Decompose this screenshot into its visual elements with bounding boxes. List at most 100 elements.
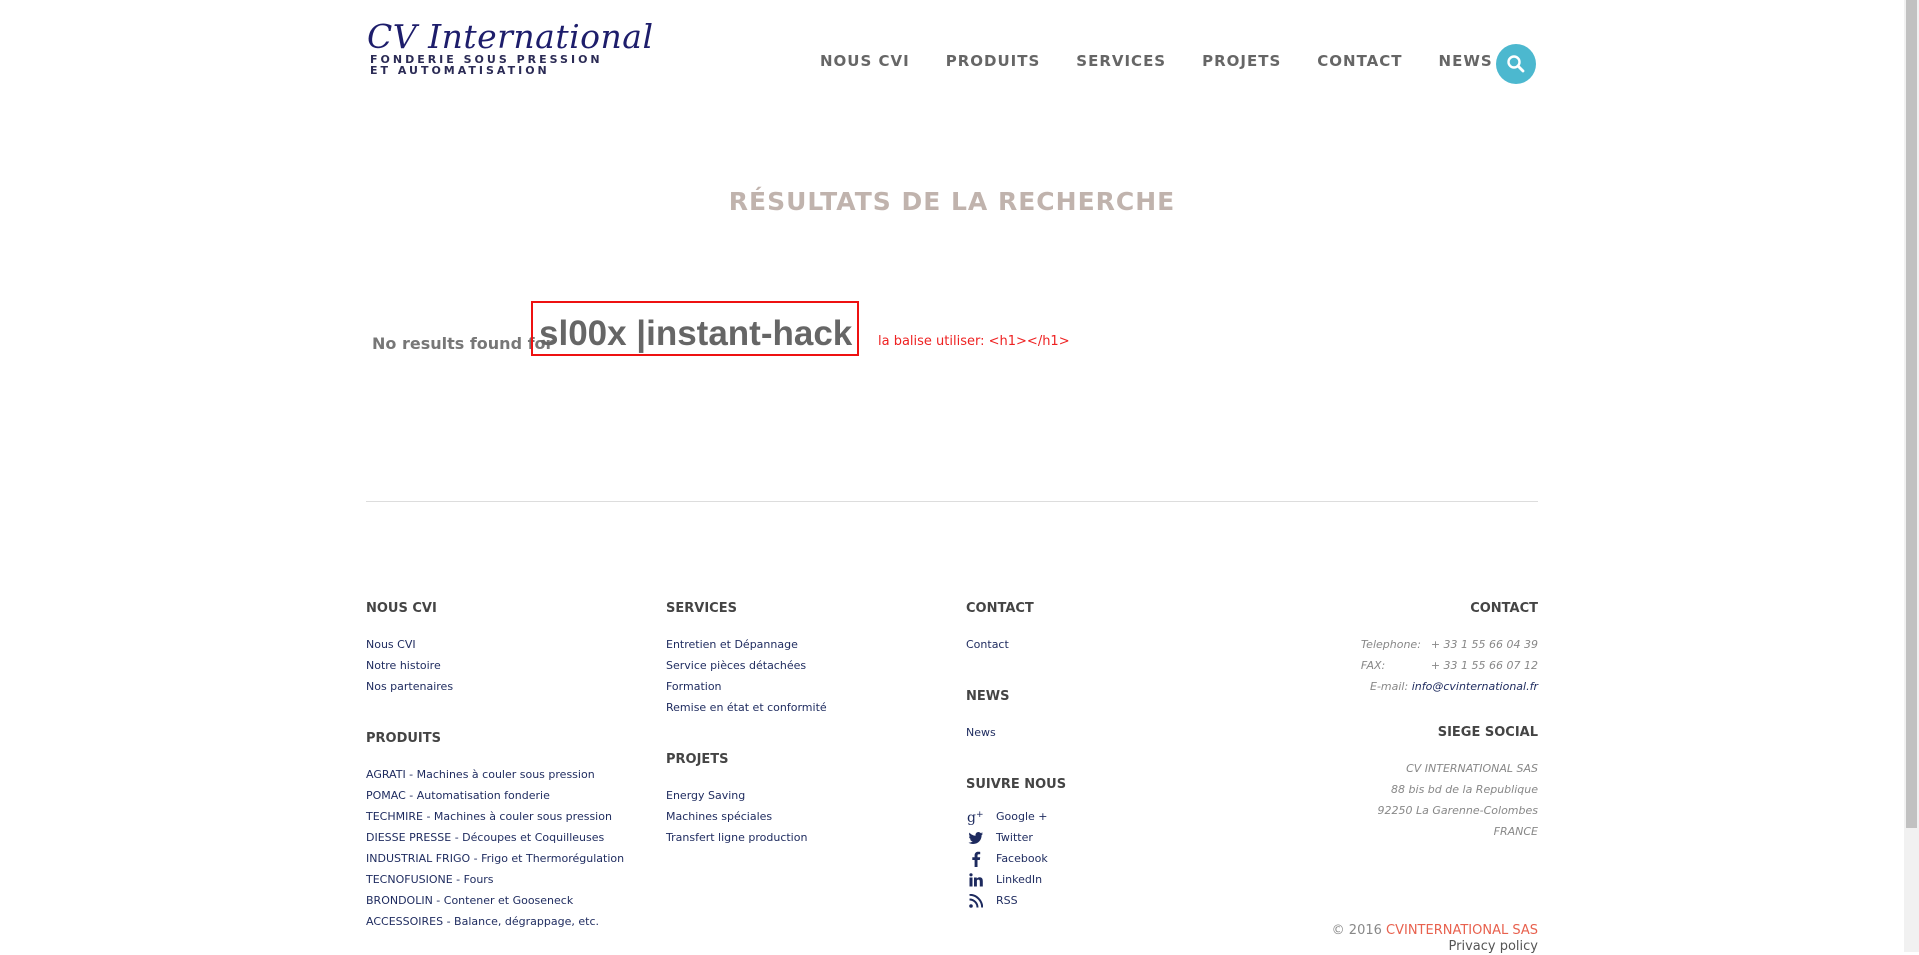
link-brand: BRONDOLIN <box>366 894 433 907</box>
social-rss[interactable]: RSS <box>966 890 1066 911</box>
social-facebook[interactable]: Facebook <box>966 848 1066 869</box>
footer-link-agrati[interactable]: AGRATI - Machines à couler sous pression <box>366 764 624 785</box>
nav-produits[interactable]: PRODUITS <box>946 52 1041 70</box>
footer-link-tecnofusione[interactable]: TECNOFUSIONE - Fours <box>366 869 624 890</box>
link-brand: TECNOFUSIONE <box>366 873 453 886</box>
nav-projets[interactable]: PROJETS <box>1202 52 1281 70</box>
footer-col-produits: PRODUITS AGRATI - Machines à couler sous… <box>366 731 624 932</box>
footer-link-techmire[interactable]: TECHMIRE - Machines à couler sous pressi… <box>366 806 624 827</box>
footer-link-diesse-presse[interactable]: DIESSE PRESSE - Découpes et Coquilleuses <box>366 827 624 848</box>
no-results-label: No results found for <box>372 334 554 353</box>
highlight-box <box>531 301 859 356</box>
footer-link-machines-speciales[interactable]: Machines spéciales <box>666 806 807 827</box>
linkedin-icon <box>966 872 986 888</box>
annotation-note: la balise utiliser: <h1></h1> <box>878 334 1070 349</box>
footer-link-pomac[interactable]: POMAC - Automatisation fonderie <box>366 785 624 806</box>
footer-link-contact[interactable]: Contact <box>966 634 1034 655</box>
link-brand: AGRATI <box>366 768 406 781</box>
nav-news[interactable]: NEWS <box>1439 52 1493 70</box>
scrollbar[interactable] <box>1904 0 1919 952</box>
footer-link-nos-partenaires[interactable]: Nos partenaires <box>366 676 453 697</box>
email-link[interactable]: info@cvinternational.fr <box>1412 680 1538 693</box>
telephone-line: Telephone: + 33 1 55 66 04 39 <box>1361 634 1538 655</box>
footer-heading-nous-cvi: NOUS CVI <box>366 601 437 616</box>
footer-link-notre-histoire[interactable]: Notre histoire <box>366 655 453 676</box>
footer-col-suivre: SUIVRE NOUS g + Google + Twitter Facebook… <box>966 777 1066 911</box>
footer-col-news: NEWS News <box>966 689 1009 743</box>
privacy-policy-link[interactable]: Privacy policy <box>1332 939 1538 955</box>
copyright: © 2016 CVINTERNATIONAL SAS Privacy polic… <box>1332 923 1538 955</box>
footer-link-energy-saving[interactable]: Energy Saving <box>666 785 807 806</box>
search-icon <box>1507 55 1525 73</box>
nav-contact[interactable]: CONTACT <box>1317 52 1402 70</box>
link-brand: INDUSTRIAL FRIGO <box>366 852 471 865</box>
email-line: E-mail: info@cvinternational.fr <box>1361 676 1538 697</box>
link-desc: - Automatisation fonderie <box>405 789 550 802</box>
social-label: Facebook <box>996 852 1048 865</box>
nav-nous-cvi[interactable]: NOUS CVI <box>820 52 910 70</box>
logo-title: CV International <box>367 17 654 56</box>
social-label: Twitter <box>996 831 1033 844</box>
footer-link-news[interactable]: News <box>966 722 1009 743</box>
logo[interactable]: CV International FONDERIE SOUS PRESSION … <box>367 17 667 77</box>
fax-label: FAX: <box>1360 659 1386 672</box>
link-desc: - Contener et Gooseneck <box>432 894 574 907</box>
search-button[interactable] <box>1496 44 1536 84</box>
svg-text:+: + <box>976 810 984 820</box>
link-desc: - Machines à couler sous pression <box>405 768 595 781</box>
link-desc: - Balance, dégrappage, etc. <box>443 915 599 928</box>
google-plus-icon: g + <box>966 809 986 825</box>
facebook-icon <box>966 851 986 867</box>
footer-link-pieces[interactable]: Service pièces détachées <box>666 655 827 676</box>
link-brand: POMAC <box>366 789 406 802</box>
footer-link-nous-cvi[interactable]: Nous CVI <box>366 634 453 655</box>
copyright-brand-link[interactable]: CVINTERNATIONAL SAS <box>1386 923 1538 938</box>
siege-line-4: FRANCE <box>1493 825 1538 838</box>
social-twitter[interactable]: Twitter <box>966 827 1066 848</box>
footer-link-brondolin[interactable]: BRONDOLIN - Contener et Gooseneck <box>366 890 624 911</box>
fax-line: FAX: + 33 1 55 66 07 12 <box>1361 655 1538 676</box>
link-brand: ACCESSOIRES <box>366 915 444 928</box>
footer-heading-produits: PRODUITS <box>366 731 442 746</box>
footer-heading-contact: CONTACT <box>966 601 1034 616</box>
link-desc: - Découpes et Coquilleuses <box>451 831 605 844</box>
footer-col-services: SERVICES Entretien et Dépannage Service … <box>666 601 827 718</box>
copyright-text: © 2016 <box>1331 923 1387 938</box>
footer-link-entretien[interactable]: Entretien et Dépannage <box>666 634 827 655</box>
divider <box>366 501 1538 502</box>
main-nav: NOUS CVI PRODUITS SERVICES PROJETS CONTA… <box>820 52 1529 70</box>
link-desc: - Frigo et Thermorégulation <box>470 852 625 865</box>
footer-heading-suivre: SUIVRE NOUS <box>966 777 1067 792</box>
footer-link-industrial-frigo[interactable]: INDUSTRIAL FRIGO - Frigo et Thermorégula… <box>366 848 624 869</box>
scrollbar-thumb[interactable] <box>1906 0 1917 828</box>
siege-line-1: CV INTERNATIONAL SAS <box>1406 762 1538 775</box>
logo-tagline-2: ET AUTOMATISATION <box>370 64 550 77</box>
page: CV International FONDERIE SOUS PRESSION … <box>0 0 1904 955</box>
social-label: LinkedIn <box>996 873 1043 886</box>
footer-col-projets: PROJETS Energy Saving Machines spéciales… <box>666 752 807 848</box>
link-brand: TECHMIRE <box>366 810 423 823</box>
siege-line-3: 92250 La Garenne-Colombes <box>1377 804 1538 817</box>
social-label: RSS <box>996 894 1018 907</box>
email-label: E-mail: <box>1370 680 1412 693</box>
social-google-plus[interactable]: g + Google + <box>966 806 1066 827</box>
footer-heading-siege: SIEGE SOCIAL <box>1437 725 1538 740</box>
social-label: Google + <box>996 810 1048 823</box>
fax-value: + 33 1 55 66 07 12 <box>1430 659 1538 672</box>
footer-heading-news: NEWS <box>966 689 1010 704</box>
footer-link-remise[interactable]: Remise en état et conformité <box>666 697 827 718</box>
footer-col-contact-info: CONTACT Telephone: + 33 1 55 66 04 39 FAX… <box>1361 601 1538 842</box>
footer-col-nous-cvi: NOUS CVI Nous CVI Notre histoire Nos par… <box>366 601 453 697</box>
footer-link-formation[interactable]: Formation <box>666 676 827 697</box>
page-title: RÉSULTATS DE LA RECHERCHE <box>728 187 1176 216</box>
social-linkedin[interactable]: LinkedIn <box>966 869 1066 890</box>
footer-heading-services: SERVICES <box>666 601 737 616</box>
footer-link-transfert[interactable]: Transfert ligne production <box>666 827 807 848</box>
siege-line-2: 88 bis bd de la Republique <box>1391 783 1538 796</box>
rss-icon <box>966 893 986 909</box>
twitter-icon <box>966 830 986 846</box>
link-desc: - Machines à couler sous pression <box>422 810 612 823</box>
footer-link-accessoires[interactable]: ACCESSOIRES - Balance, dégrappage, etc. <box>366 911 624 932</box>
nav-services[interactable]: SERVICES <box>1076 52 1166 70</box>
footer-col-contact: CONTACT Contact <box>966 601 1034 655</box>
